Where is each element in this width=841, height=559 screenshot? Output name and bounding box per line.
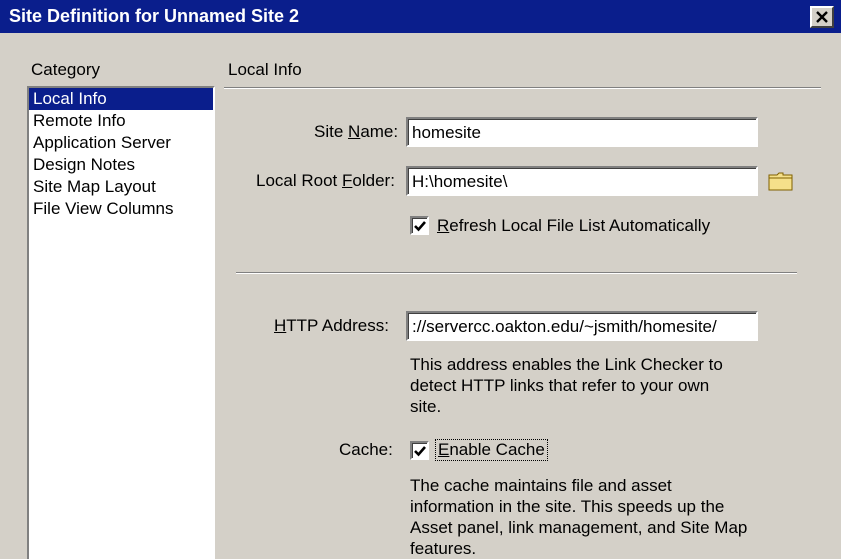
browse-folder-button[interactable] — [768, 171, 794, 196]
folder-icon — [768, 172, 793, 191]
close-icon — [816, 11, 828, 23]
local-root-folder-input[interactable]: H:\homesite\ — [406, 166, 758, 196]
category-list[interactable]: Local Info Remote Info Application Serve… — [27, 86, 215, 559]
category-item-remote-info[interactable]: Remote Info — [29, 110, 213, 132]
category-header: Category — [31, 60, 100, 79]
enable-cache-label[interactable]: Enable Cache — [435, 439, 548, 461]
checkmark-icon — [414, 446, 426, 457]
refresh-label[interactable]: Refresh Local File List Automatically — [437, 216, 710, 236]
site-name-label: Site Name: — [314, 122, 399, 141]
local-root-folder-value: H:\homesite\ — [412, 172, 508, 191]
http-address-value: ://servercc.oakton.edu/~jsmith/homesite/ — [412, 317, 717, 336]
category-item-design-notes[interactable]: Design Notes — [29, 154, 213, 176]
cache-description: The cache maintains file and asset infor… — [410, 476, 748, 558]
category-item-site-map-layout[interactable]: Site Map Layout — [29, 176, 213, 198]
site-name-input[interactable]: homesite — [406, 117, 758, 147]
refresh-checkbox[interactable] — [410, 216, 429, 235]
section-divider — [236, 272, 797, 274]
title-bar: Site Definition for Unnamed Site 2 — [0, 0, 841, 33]
category-item-file-view-columns[interactable]: File View Columns — [29, 198, 213, 220]
enable-cache-checkbox[interactable] — [410, 441, 429, 460]
category-item-application-server[interactable]: Application Server — [29, 132, 213, 154]
site-name-value: homesite — [412, 123, 481, 142]
local-root-folder-label: Local Root Folder: — [256, 171, 395, 190]
http-address-input[interactable]: ://servercc.oakton.edu/~jsmith/homesite/ — [406, 311, 758, 341]
close-button[interactable] — [810, 6, 834, 28]
window-title: Site Definition for Unnamed Site 2 — [9, 6, 300, 26]
panel-header: Local Info — [228, 60, 302, 79]
http-address-description: This address enables the Link Checker to… — [410, 355, 723, 416]
checkmark-icon — [414, 221, 426, 232]
category-item-local-info[interactable]: Local Info — [29, 88, 213, 110]
http-address-label: HTTP Address: — [274, 316, 389, 335]
cache-label: Cache: — [339, 440, 393, 459]
panel-header-divider — [224, 87, 821, 89]
